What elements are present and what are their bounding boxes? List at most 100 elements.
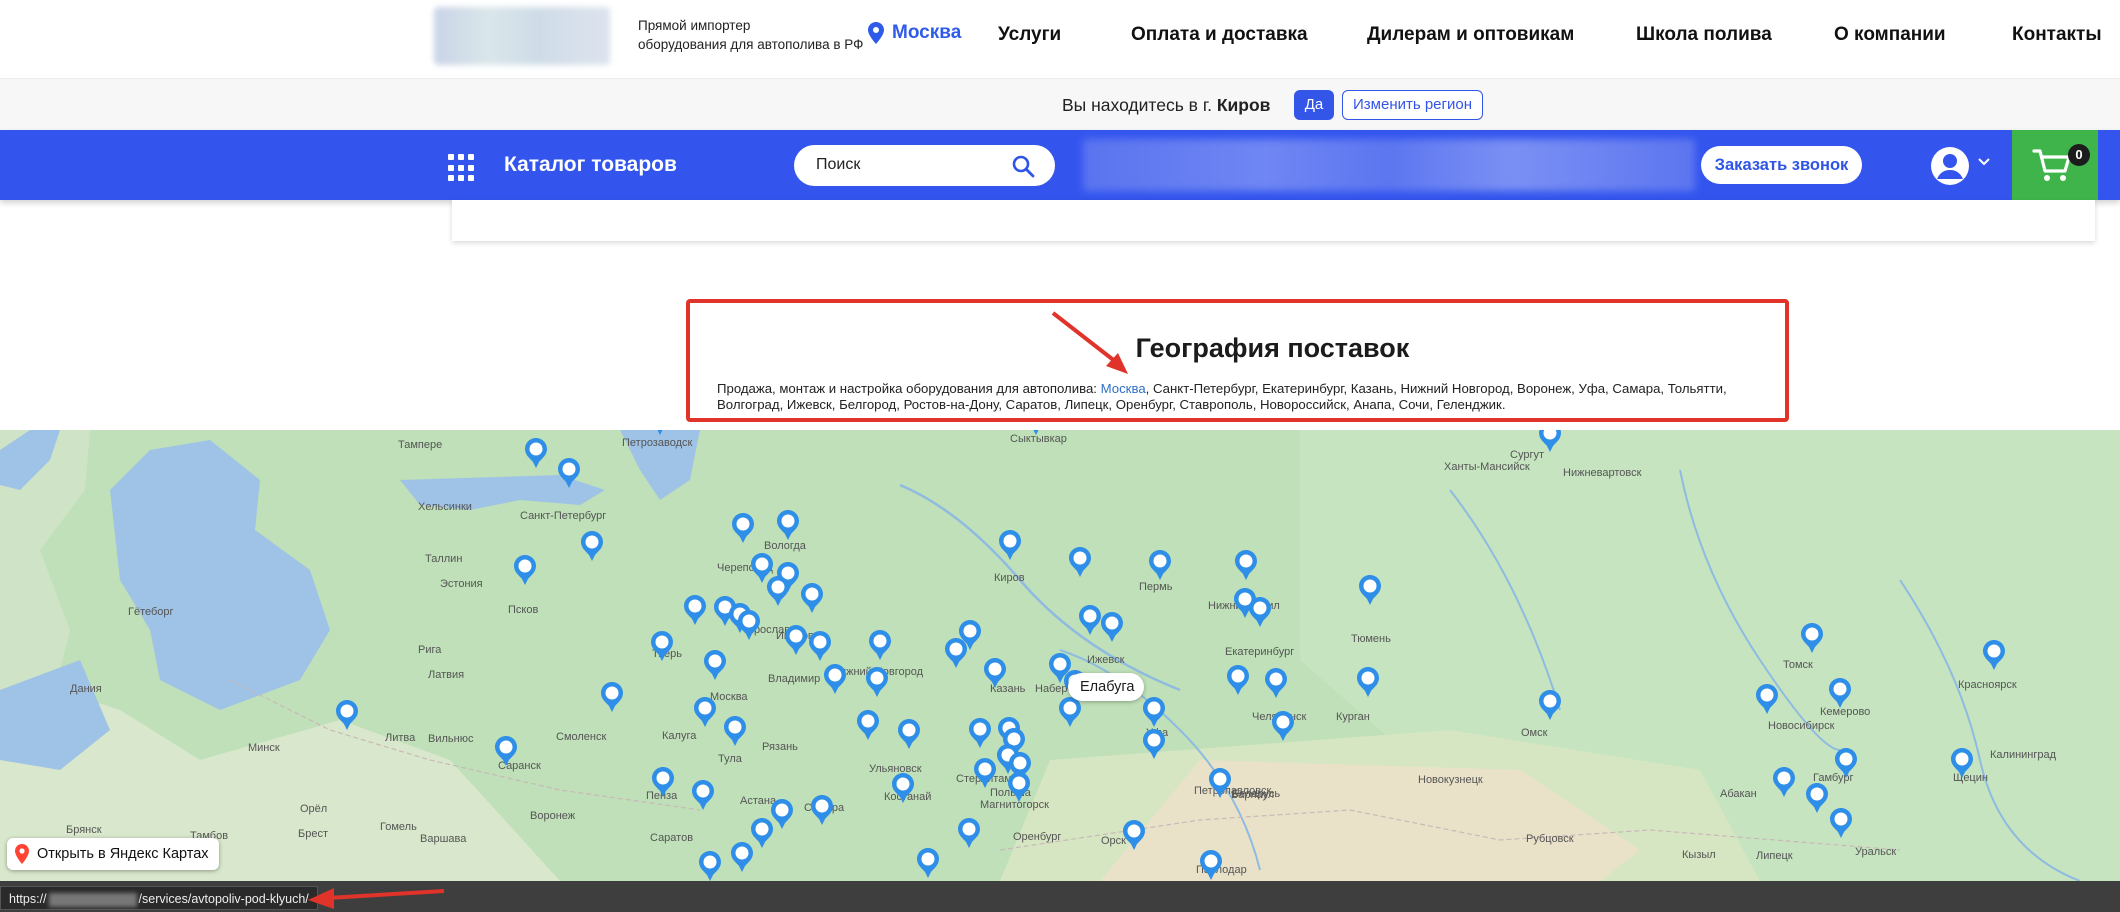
search-icon[interactable] [1011,154,1035,178]
map-canvas[interactable]: Петрозаводск Сыктывкар Сургут Тампере Ханты-… [0,430,2120,881]
map-city-label: Новокузнецк [1418,774,1483,786]
map-city-label: Рига [418,644,442,656]
catalog-button[interactable]: Каталог товаров [504,153,677,177]
user-account-icon[interactable] [1930,146,1970,186]
site-logo[interactable] [434,7,610,65]
map-city-label: Гомель [380,821,417,833]
map-city-label: Омск [1521,727,1548,739]
nav-about[interactable]: О компании [1834,24,1946,46]
map-city-label: Новосибирск [1768,720,1835,732]
map-city-label: Пермь [1139,581,1173,593]
status-url: https:// /services/avtopoliv-pod-klyuch/ [0,886,318,910]
nav-dealers[interactable]: Дилерам и оптовикам [1367,24,1574,46]
map-city-label: Эстония [440,578,483,590]
map-city-label: Нижневартовск [1563,467,1642,479]
map-city-label: Абакан [1720,788,1757,800]
map-city-label: Тампере [398,439,442,451]
search-input[interactable]: Поиск [794,145,1055,186]
map-city-label: Брест [298,828,328,840]
map-city-label: Томск [1783,659,1813,671]
url-path: /services/avtopoliv-pod-klyuch/ [138,892,309,906]
map-city-tooltip: Елабуга [1068,673,1145,701]
map-city-label: Орск [1101,835,1126,847]
callback-button[interactable]: Заказать звонок [1701,146,1862,184]
geography-text-prefix: Продажа, монтаж и настройка оборудования… [717,381,1101,396]
delivery-map[interactable]: Петрозаводск Сыктывкар Сургут Тампере Ханты-… [0,430,2120,881]
nav-payment-delivery[interactable]: Оплата и доставка [1131,24,1308,46]
map-city-label: Дания [70,683,102,695]
url-redacted [48,892,137,907]
map-city-label: Щецин [1953,772,1988,784]
nav-irrigation-school[interactable]: Школа полива [1636,24,1772,46]
map-city-label: Курган [1336,711,1370,723]
nav-contacts[interactable]: Контакты [2012,24,2102,46]
region-bar: Вы находитесь в г. Киров Да Изменить рег… [0,78,2120,130]
map-city-label: Латвия [428,669,464,681]
url-prefix: https:// [9,892,47,906]
map-city-label: Литва [385,732,416,744]
map-city-label: Вологда [764,540,807,552]
cart-count-badge: 0 [2068,144,2090,166]
map-city-label: Гётеборг [128,606,174,618]
tagline: Прямой импортер оборудования для автопол… [638,16,868,54]
main-toolbar: Каталог товаров Поиск Заказать звонок 0 [0,130,2120,200]
dropdown-panel [452,200,2095,241]
geography-title: География поставок [1135,333,1410,363]
map-city-label: Киров [994,572,1025,584]
map-city-label: Владимир [768,673,820,685]
annotation-arrow-bottom [308,888,445,909]
map-city-label: Магнитогорск [980,799,1049,811]
map-city-label: Санкт-Петербург [520,510,606,522]
map-city-label: Хельсинки [418,501,472,513]
map-city-label: Калининград [1990,749,2057,761]
map-city-label: Тюмень [1351,633,1391,645]
catalog-grid-icon[interactable] [448,154,476,182]
map-city-label: Ульяновск [869,763,922,775]
map-city-label: Таллин [425,553,462,565]
region-confirm-button[interactable]: Да [1294,90,1334,120]
map-city-label: Ижевск [1087,654,1125,666]
map-city-label: Оренбург [1013,831,1061,843]
city-name: Москва [892,22,962,43]
promo-banner[interactable] [1083,139,1695,191]
map-city-label: Брянск [66,824,102,836]
map-city-label: Екатеринбург [1225,646,1294,658]
map-city-label: Кызыл [1682,849,1716,861]
tagline-line1: Прямой импортер [638,18,751,33]
tagline-line2: оборудования для автополива в РФ [638,37,864,52]
open-yandex-maps-button[interactable]: Открыть в Яндекс Картах [7,838,219,870]
map-city-label: Красноярск [1958,679,2017,691]
map-city-label: Орёл [300,803,327,815]
map-city-label: Псков [508,604,538,616]
top-header: Прямой импортер оборудования для автопол… [0,0,2120,78]
map-city-label: Уральск [1855,846,1896,858]
map-city-label: Кемерово [1820,706,1870,718]
map-city-label: Варшава [420,833,467,845]
city-selector[interactable]: Москва [868,22,961,44]
location-pin-icon [868,22,884,44]
map-city-label: Смоленск [556,731,606,743]
map-city-label: Вильнюс [428,733,474,745]
map-city-label: Липецк [1756,850,1793,862]
map-city-label: Тула [718,753,743,765]
map-city-label: Рязань [762,741,798,753]
cart-button[interactable]: 0 [2012,130,2098,200]
change-region-button[interactable]: Изменить регион [1342,90,1483,120]
moscow-link[interactable]: Москва [1101,381,1146,396]
map-city-label: Калуга [662,730,697,742]
region-prefix: Вы находитесь в г. [1062,95,1212,115]
map-pin-icon [15,844,29,864]
map-city-label: Беларусь [1232,788,1280,800]
search-placeholder: Поиск [816,156,861,173]
map-city-label: Сургут [1510,449,1544,461]
map-city-label: Сыктывкар [1010,433,1067,445]
nav-services[interactable]: Услуги [998,24,1061,46]
region-city: Киров [1216,95,1271,115]
geography-text: Продажа, монтаж и настройка оборудования… [717,381,1789,413]
map-city-label: Москва [710,691,748,703]
map-city-label: Воронеж [530,810,576,822]
cart-icon [2032,149,2071,181]
map-city-label: Ханты-Мансийск [1444,461,1530,473]
chevron-down-icon[interactable] [1978,158,1990,166]
map-city-label: Минск [248,742,280,754]
